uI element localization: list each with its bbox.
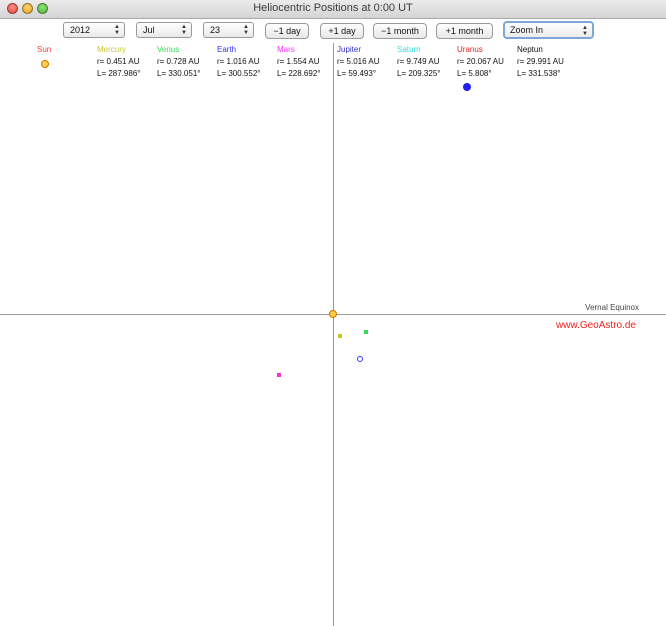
zoom-value: Zoom In	[510, 25, 544, 35]
day-select[interactable]: 23 ▲ ▼	[203, 22, 254, 38]
neptun-radius: r= 29.991 AU	[517, 57, 564, 66]
mars-longitude: L= 228.692°	[277, 69, 321, 78]
uranus-longitude: L= 5.808°	[457, 69, 492, 78]
credit-link[interactable]: www.GeoAstro.de	[556, 320, 636, 331]
earth-longitude: L= 300.552°	[217, 69, 261, 78]
jupiter-longitude: L= 59.493°	[337, 69, 377, 78]
minus-month-button[interactable]: −1 month	[373, 23, 427, 39]
year-select[interactable]: 2012 ▲ ▼	[63, 22, 125, 38]
vernal-equinox-label: Vernal Equinox	[585, 303, 639, 312]
mercury-longitude: L= 287.986°	[97, 69, 141, 78]
stepper-arrows-icon: ▲ ▼	[582, 25, 588, 37]
saturn-radius: r= 9.749 AU	[397, 57, 440, 66]
month-select[interactable]: Jul ▲ ▼	[136, 22, 192, 38]
earth-radius: r= 1.016 AU	[217, 57, 260, 66]
day-value: 23	[210, 25, 221, 35]
venus-marker	[364, 330, 368, 334]
uranus-marker-icon	[463, 83, 471, 91]
minus-day-button[interactable]: −1 day	[265, 23, 309, 39]
planet-name-mercury: Mercury	[97, 45, 126, 54]
sun-legend-icon	[41, 60, 49, 68]
planet-name-uranus: Uranus	[457, 45, 483, 54]
sun-marker	[329, 310, 337, 318]
title-bar: Heliocentric Positions at 0:00 UT	[0, 0, 666, 19]
uranus-radius: r= 20.067 AU	[457, 57, 504, 66]
venus-radius: r= 0.728 AU	[157, 57, 200, 66]
plus-day-button[interactable]: +1 day	[320, 23, 364, 39]
planet-name-jupiter: Jupiter	[337, 45, 362, 54]
toolbar: 2012 ▲ ▼ Jul ▲ ▼ 23 ▲ ▼ −1 day +1 day −1 mo…	[0, 19, 666, 43]
neptun-longitude: L= 331.538°	[517, 69, 561, 78]
mars-radius: r= 1.554 AU	[277, 57, 320, 66]
planet-name-neptun: Neptun	[517, 45, 543, 54]
planet-name-mars: Mars	[277, 45, 295, 54]
window-title: Heliocentric Positions at 0:00 UT	[253, 2, 413, 14]
stepper-arrows-icon: ▲ ▼	[181, 24, 187, 36]
planet-name-venus: Venus	[157, 45, 180, 54]
jupiter-radius: r= 5.016 AU	[337, 57, 380, 66]
stepper-arrows-icon: ▲ ▼	[243, 24, 249, 36]
mercury-marker	[338, 334, 342, 338]
year-value: 2012	[70, 25, 91, 35]
mercury-radius: r= 0.451 AU	[97, 57, 140, 66]
app-window: Heliocentric Positions at 0:00 UT 2012 ▲…	[0, 0, 666, 626]
vertical-axis	[333, 43, 334, 626]
planet-name-earth: Earth	[217, 45, 237, 54]
month-value: Jul	[143, 25, 155, 35]
plus-month-button[interactable]: +1 month	[436, 23, 493, 39]
planet-name-saturn: Saturn	[397, 45, 421, 54]
earth-marker	[357, 356, 363, 362]
saturn-longitude: L= 209.325°	[397, 69, 441, 78]
zoom-select[interactable]: Zoom In ▲ ▼	[503, 21, 594, 39]
mars-marker	[277, 373, 281, 377]
planet-name-sun: Sun	[37, 45, 52, 54]
stepper-arrows-icon: ▲ ▼	[114, 24, 120, 36]
venus-longitude: L= 330.051°	[157, 69, 201, 78]
